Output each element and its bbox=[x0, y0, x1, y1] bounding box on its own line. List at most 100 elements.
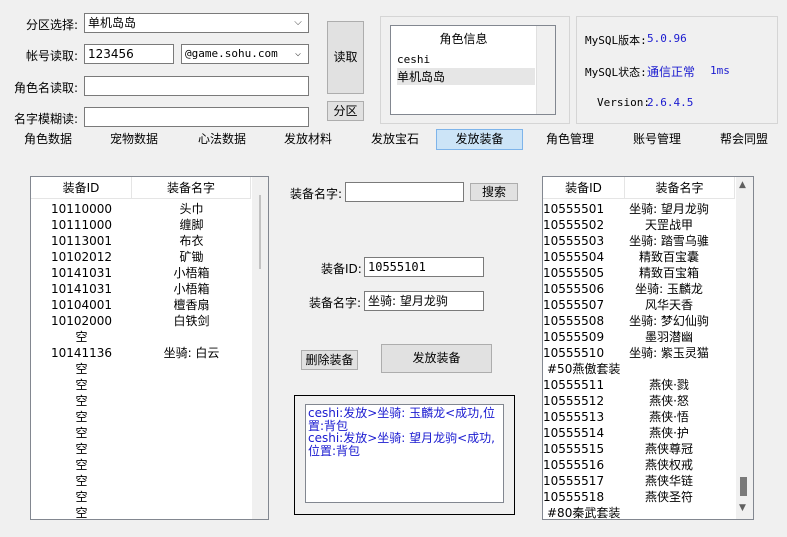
table-row[interactable]: 10555512 燕侠·怒 bbox=[543, 393, 735, 409]
cell-equip-id: 10113001 bbox=[50, 234, 113, 248]
column-header-name[interactable]: 装备名字 bbox=[132, 177, 251, 199]
table-row[interactable]: 空 bbox=[31, 329, 251, 345]
tab-issue-gem[interactable]: 发放宝石 bbox=[365, 129, 425, 150]
table-row[interactable]: 10111000 缠脚 bbox=[31, 217, 251, 233]
table-row[interactable]: 10555501 坐骑: 望月龙驹 bbox=[543, 201, 735, 217]
table-row[interactable]: 10102000 白铁剑 bbox=[31, 313, 251, 329]
table-row[interactable]: 10555504 精致百宝囊 bbox=[543, 249, 735, 265]
domain-select-value: @game.sohu.com bbox=[185, 47, 278, 60]
cell-equip-id: 10111000 bbox=[50, 218, 113, 232]
mysql-status-value: 通信正常 bbox=[647, 65, 696, 79]
cell-equip-id: 空 bbox=[75, 490, 88, 504]
table-row[interactable]: 10555516 燕侠权戒 bbox=[543, 457, 735, 473]
cell-equip-name bbox=[132, 361, 251, 377]
table-row[interactable]: 10555514 燕侠·护 bbox=[543, 425, 735, 441]
role-name-input[interactable] bbox=[84, 76, 309, 96]
table-row[interactable]: 10555517 燕侠华链 bbox=[543, 473, 735, 489]
cell-equip-id: 10555518 bbox=[543, 490, 605, 504]
equipment-catalog-list[interactable]: 装备ID 装备名字 10555501 坐骑: 望月龙驹 10555502 天罡战甲 10… bbox=[542, 176, 754, 520]
role-list-scrollbar[interactable] bbox=[536, 26, 555, 114]
group-header-row[interactable]: #80秦武套装 bbox=[543, 505, 735, 519]
cell-equip-id: 10555501 bbox=[543, 202, 605, 216]
scroll-up-icon[interactable]: ▲ bbox=[739, 180, 746, 190]
table-row[interactable]: 空 bbox=[31, 361, 251, 377]
table-row[interactable]: 10113001 布衣 bbox=[31, 233, 251, 249]
search-button[interactable]: 搜索 bbox=[470, 183, 518, 201]
table-row[interactable]: 空 bbox=[31, 441, 251, 457]
table-row[interactable]: 空 bbox=[31, 393, 251, 409]
mysql-status-label: MySQL状态: bbox=[585, 66, 647, 79]
owned-equipment-list[interactable]: 装备ID 装备名字 10110000 头巾 10111000 缠脚 10113001 布衣… bbox=[30, 176, 269, 520]
log-line: ceshi:发放>坐骑: 望月龙驹<成功,位置:背包 bbox=[308, 431, 495, 458]
mysql-version-value: 5.0.96 bbox=[647, 32, 687, 45]
table-row[interactable]: 10110000 头巾 bbox=[31, 201, 251, 217]
scroll-down-icon[interactable]: ▼ bbox=[739, 503, 746, 513]
zone-button[interactable]: 分区 bbox=[327, 101, 364, 121]
tab-issue-material[interactable]: 发放材料 bbox=[278, 129, 338, 150]
list-header: 装备ID 装备名字 bbox=[543, 177, 735, 199]
table-row[interactable]: 10555507 风华天香 bbox=[543, 297, 735, 313]
table-row[interactable]: 空 bbox=[31, 489, 251, 505]
tab-mind-data[interactable]: 心法数据 bbox=[192, 129, 252, 150]
search-name-input[interactable] bbox=[345, 182, 464, 202]
table-row[interactable]: 10555518 燕侠圣符 bbox=[543, 489, 735, 505]
table-row[interactable]: 空 bbox=[31, 377, 251, 393]
tab-guild-alliance[interactable]: 帮会同盟 bbox=[714, 129, 774, 150]
column-header-id[interactable]: 装备ID bbox=[31, 177, 132, 199]
table-row[interactable]: 10555515 燕侠尊冠 bbox=[543, 441, 735, 457]
table-row[interactable]: 10555513 燕侠·悟 bbox=[543, 409, 735, 425]
table-row[interactable]: 10555506 坐骑: 玉麟龙 bbox=[543, 281, 735, 297]
tab-issue-equipment[interactable]: 发放装备 bbox=[436, 129, 523, 150]
tab-role-data[interactable]: 角色数据 bbox=[18, 129, 78, 150]
equip-name-input[interactable]: 坐骑: 望月龙驹 bbox=[364, 291, 484, 311]
table-row[interactable]: 10141031 小梧箱 bbox=[31, 265, 251, 281]
cell-equip-name: 坐骑: 望月龙驹 bbox=[629, 202, 709, 216]
fuzzy-name-input[interactable] bbox=[84, 107, 309, 127]
zone-select[interactable]: 单机岛岛 ⌵ bbox=[84, 13, 309, 33]
table-row[interactable]: 10555502 天罡战甲 bbox=[543, 217, 735, 233]
tab-pet-data[interactable]: 宠物数据 bbox=[104, 129, 164, 150]
table-row[interactable]: 空 bbox=[31, 425, 251, 441]
tab-account-manage[interactable]: 账号管理 bbox=[627, 129, 687, 150]
equip-id-input[interactable]: 10555101 bbox=[364, 257, 484, 277]
cell-equip-name bbox=[132, 393, 251, 409]
cell-equip-id: 空 bbox=[75, 410, 88, 424]
table-row[interactable]: 10555503 坐骑: 踏雪乌骓 bbox=[543, 233, 735, 249]
table-row[interactable]: 10555510 坐骑: 紫玉灵猫 bbox=[543, 345, 735, 361]
column-header-id[interactable]: 装备ID bbox=[543, 177, 625, 199]
table-row[interactable]: 10555509 墨羽潜幽 bbox=[543, 329, 735, 345]
table-row[interactable]: 空 bbox=[31, 505, 251, 519]
account-input[interactable]: 123456 bbox=[84, 44, 174, 64]
table-row[interactable]: 10141136 坐骑: 白云 bbox=[31, 345, 251, 361]
table-row[interactable]: 10102012 矿锄 bbox=[31, 249, 251, 265]
tab-role-manage[interactable]: 角色管理 bbox=[540, 129, 600, 150]
role-list-item[interactable]: ceshi bbox=[397, 53, 430, 66]
owned-list-scrollbar[interactable] bbox=[252, 177, 268, 519]
group-header-row[interactable]: #50燕傲套装 bbox=[543, 361, 735, 377]
table-row[interactable]: 10555508 坐骑: 梦幻仙驹 bbox=[543, 313, 735, 329]
cell-equip-name: 燕侠华链 bbox=[644, 474, 693, 488]
catalog-list-scrollbar[interactable]: ▲ ▼ bbox=[736, 177, 753, 519]
log-box[interactable]: ceshi:发放>坐骑: 玉麟龙<成功,位置:背包 ceshi:发放>坐骑: 望… bbox=[305, 404, 504, 503]
table-row[interactable]: 10555505 精致百宝箱 bbox=[543, 265, 735, 281]
domain-select[interactable]: @game.sohu.com ⌵ bbox=[181, 44, 309, 64]
scrollbar-thumb[interactable] bbox=[740, 477, 747, 496]
delete-equipment-button[interactable]: 删除装备 bbox=[301, 350, 358, 370]
table-row[interactable]: 空 bbox=[31, 409, 251, 425]
app-version-value: 2.6.4.5 bbox=[647, 96, 694, 109]
cell-equip-name: 精致百宝箱 bbox=[638, 266, 699, 280]
cell-equip-name: 燕侠圣符 bbox=[644, 490, 693, 504]
table-row[interactable]: 10555511 燕侠·戮 bbox=[543, 377, 735, 393]
list-rows: 10555501 坐骑: 望月龙驹 10555502 天罡战甲 10555503 坐骑: … bbox=[543, 201, 735, 519]
table-row[interactable]: 空 bbox=[31, 473, 251, 489]
column-header-name[interactable]: 装备名字 bbox=[625, 177, 735, 199]
role-list-item-selected[interactable]: 单机岛岛 bbox=[397, 68, 535, 85]
fuzzy-name-label: 名字模糊读: bbox=[14, 112, 79, 126]
cell-equip-name: 精致百宝囊 bbox=[638, 250, 699, 264]
table-row[interactable]: 空 bbox=[31, 457, 251, 473]
issue-equipment-button[interactable]: 发放装备 bbox=[381, 344, 492, 373]
table-row[interactable]: 10141031 小梧箱 bbox=[31, 281, 251, 297]
scrollbar-thumb[interactable] bbox=[259, 195, 261, 269]
read-button[interactable]: 读取 bbox=[327, 21, 364, 94]
table-row[interactable]: 10104001 檀香扇 bbox=[31, 297, 251, 313]
